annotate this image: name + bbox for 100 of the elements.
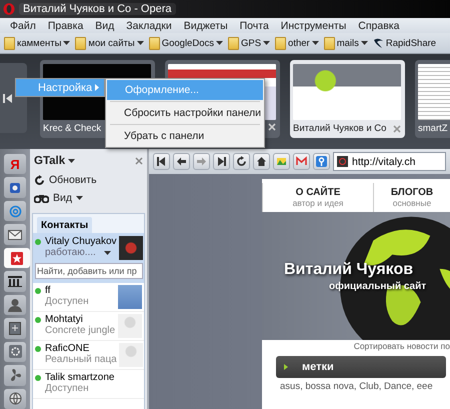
toolbar-button[interactable] [173,153,190,170]
caret-icon [312,41,319,45]
search-field[interactable]: Найти, добавить или пр [35,263,143,279]
window-title: Виталий Чуяков и Co - Opera [19,3,176,15]
star-icon [11,252,23,265]
contact-row[interactable]: ff Доступен [33,283,144,312]
caret-icon [136,41,144,45]
menu-item[interactable]: Вид [89,20,120,32]
book-icon [9,182,21,194]
collapse-left-icon [3,94,12,102]
caret-icon [68,159,76,163]
chevron-icon [284,364,288,370]
panel-button[interactable] [4,177,26,198]
panel-title-button[interactable]: GTalk [34,155,76,167]
menu-item[interactable]: Файл [4,20,42,32]
site-subtitle: официальный сайт [328,280,428,292]
status-text[interactable]: работаю.... [45,247,96,258]
avatar-placeholder [118,285,142,309]
caret-icon [263,41,270,45]
key-icon [316,156,327,167]
address-field[interactable]: http://vitaly.ch [333,152,446,171]
folder-icon [228,36,239,50]
reload-icon [236,156,247,167]
avatar-placeholder [118,314,142,338]
bookmark-button[interactable]: mails [322,36,370,50]
folder-icon [4,36,15,50]
last-page-icon [216,156,227,167]
bookmark-button[interactable]: GPS [226,36,272,50]
contact-status: Concrete jungle [44,325,116,336]
picture-icon [276,156,287,167]
contact-status: Доступен [44,383,90,394]
contact-name: Talik smartzone [45,372,114,383]
ring-logo-icon [3,3,15,15]
panel-button[interactable] [4,294,26,316]
bookmark-button[interactable]: other [273,36,321,50]
binoculars-icon [34,194,49,202]
menu-item[interactable]: Справка [352,20,406,32]
toolbar-button[interactable] [233,153,250,170]
menu-item[interactable]: Виджеты [178,20,234,32]
panel-button[interactable] [4,365,26,386]
status-dot-icon [35,288,41,294]
note-icon [9,322,21,335]
home-icon [256,156,267,167]
contact-name: Vitaly Chuyakov [45,236,117,247]
toolbar-button[interactable] [253,153,270,170]
speed-dial-tab[interactable]: Виталий Чуяков и Co [290,60,405,138]
contact-name: RaficONE [45,343,90,354]
first-page-icon [156,156,167,167]
bookmark-button[interactable]: GoogleDocs [146,36,225,50]
person-icon [8,298,22,312]
panel-action-button[interactable]: Вид [30,189,147,207]
gear-icon [8,345,22,358]
tab-title: Виталий Чуяков и Co [293,123,386,134]
caret-icon [360,41,368,45]
speed-dial-tab[interactable]: smartZ [415,60,450,138]
contact-row[interactable]: Talik smartzone Доступен [33,370,144,399]
url-text: http://vitaly.ch [352,156,416,168]
status-dot-icon [35,238,41,244]
folder-icon [148,36,160,50]
panel-button[interactable] [4,388,26,409]
panel-action-button[interactable]: Обновить [30,171,147,189]
tags-heading: метки [302,361,334,373]
menu-item[interactable]: Закладки [120,20,178,32]
letter-m-icon [296,156,307,167]
contacts-tab[interactable]: Контакты [37,217,92,233]
globe-icon [8,392,22,406]
panel-button[interactable] [4,248,30,268]
sort-text: Сортировать новости по [352,340,450,352]
bookmark-button[interactable]: мои сайты [73,36,146,50]
building-icon [8,276,22,287]
status-dot-icon [35,316,41,322]
at-sign-icon [8,204,22,218]
tab-title: Krec & Check [43,123,102,134]
contact-status: Реальный паца [44,354,117,365]
swoosh-icon [372,37,384,49]
avatar-placeholder [118,343,143,367]
caret-icon [63,41,70,45]
menu-item[interactable]: Инструменты [274,20,352,32]
submenu-arrow-icon [95,84,99,91]
menu-item[interactable]: Правка [42,20,90,32]
caret-icon [216,41,223,45]
tab-title: smartZ [418,123,448,134]
contact-row[interactable]: Mohtatyi Concrete jungle [33,312,144,341]
status-dot-icon [35,374,41,380]
contact-name: ff [45,285,50,296]
bookmark-button[interactable]: RapidShare [370,37,438,49]
contact-row[interactable]: RaficONE Реальный паца [33,341,144,370]
folder-icon [275,36,286,50]
panel-button[interactable] [4,318,26,339]
forward-icon [196,156,207,167]
panel-button[interactable] [4,224,26,245]
close-icon[interactable] [268,123,276,131]
toolbar-button[interactable] [213,153,230,170]
back-icon [176,156,187,167]
toolbar-button[interactable] [153,153,170,170]
bookmark-button[interactable]: камменты [2,36,72,50]
close-icon[interactable] [135,157,143,165]
panel-button[interactable] [4,342,26,362]
menu-item[interactable]: Почта [234,20,275,32]
panel-button[interactable] [4,271,26,292]
